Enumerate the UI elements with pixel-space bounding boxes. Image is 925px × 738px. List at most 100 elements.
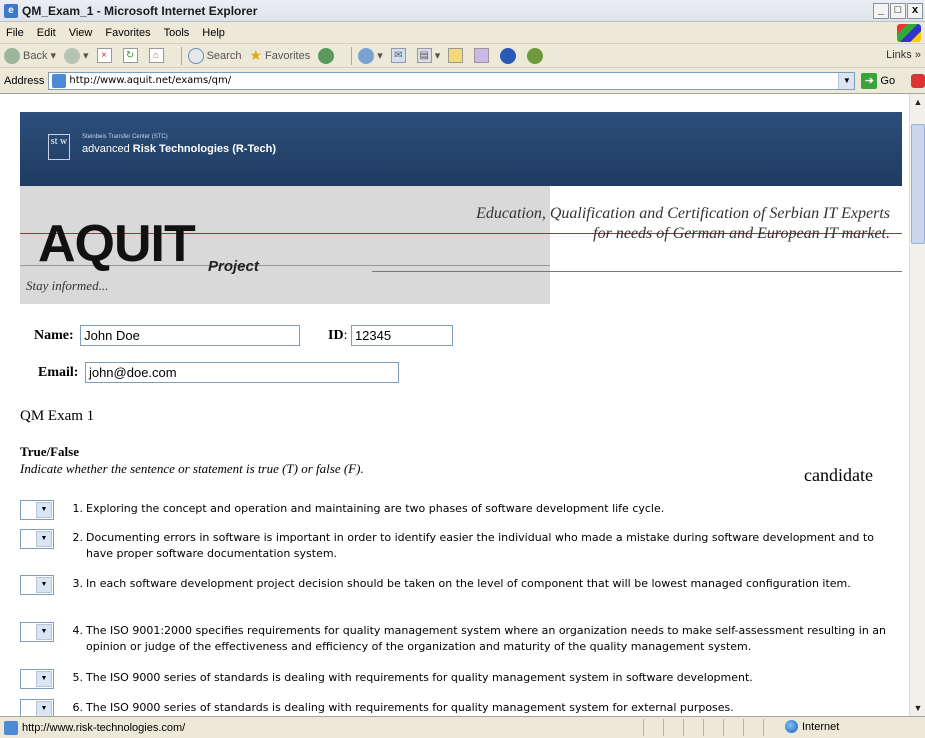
project-label: Project [208,258,259,275]
messenger-icon [500,47,517,64]
header-banner: st w Steinbeis Transfer Center (STC) adv… [20,112,902,186]
stc-label: Steinbeis Transfer Center (STC) [82,134,168,140]
go-arrow-icon: ➔ [861,72,878,89]
close-button[interactable]: x [907,3,923,19]
messenger-button[interactable] [500,47,519,64]
question-number: 1. [72,502,84,515]
name-row: Name: John Doe [34,325,301,346]
name-label: Name [34,327,69,343]
question-text: In each software development project dec… [86,577,851,590]
tool-button[interactable] [527,47,546,64]
extension-icon[interactable] [911,73,925,88]
question-text: Exploring the concept and operation and … [86,502,665,515]
rtech-label: advanced Risk Technologies (R-Tech) [82,143,276,155]
toolbar-separator [351,46,353,65]
ie-page-icon: e [4,3,18,18]
favorites-button[interactable]: ★ Favorites [249,47,310,64]
hero: Education, Qualification and Certificati… [20,186,902,304]
id-row: ID: 12345 [328,325,453,346]
question-number: 5. [72,671,84,684]
menu-view[interactable]: View [69,27,93,39]
menu-edit[interactable]: Edit [37,27,56,39]
title-bar: e QM_Exam_1 - Microsoft Internet Explore… [0,0,925,22]
scroll-thumb[interactable] [911,124,925,244]
back-button[interactable]: Back ▾ [4,47,56,64]
id-field[interactable]: 12345 [350,325,453,346]
menu-help[interactable]: Help [202,27,225,39]
answer-select[interactable]: ▼ [20,500,54,520]
question-text: The ISO 9000 series of standards is deal… [86,671,753,684]
home-icon: ⌂ [148,48,164,63]
discuss-button[interactable] [474,48,492,63]
question-item: ▼ 3. In each software development projec… [20,574,900,595]
folder-icon [448,48,464,63]
print-button[interactable]: ▤ ▾ [416,48,440,63]
question-number: 3. [72,577,84,590]
page-viewport: st w Steinbeis Transfer Center (STC) adv… [0,94,909,716]
refresh-icon: ↻ [122,48,138,63]
vertical-scrollbar[interactable]: ▲ ▼ [909,94,925,716]
aquit-logo: AQUIT [38,215,196,273]
answer-select[interactable]: ▼ [20,699,54,716]
chevron-down-icon: ▼ [36,531,52,547]
chevron-down-icon: ▼ [36,624,52,640]
back-arrow-icon [4,47,20,64]
security-zone[interactable]: Internet [785,720,839,733]
menu-file[interactable]: File [6,27,24,39]
home-button[interactable]: ⌂ [148,48,167,63]
question-item: ▼ 2. Documenting errors in software is i… [20,528,900,562]
answer-select[interactable]: ▼ [20,529,54,549]
discuss-icon [474,48,490,63]
media-button[interactable] [318,47,337,64]
question-number: 4. [72,624,84,637]
name-field[interactable]: John Doe [80,325,301,346]
globe-icon [785,720,798,733]
refresh-button[interactable]: ↻ [122,48,141,63]
question-number: 2. [72,531,84,544]
question-text: The ISO 9000 series of standards is deal… [86,701,734,714]
maximize-button[interactable]: □ [890,3,906,19]
links-label[interactable]: Links » [886,49,921,61]
mail-icon: ✉ [390,48,406,63]
question-item: ▼ 5. The ISO 9000 series of standards is… [20,668,900,689]
section-title: True/False [20,444,79,459]
search-button[interactable]: Search [187,47,241,64]
scroll-down-icon[interactable]: ▼ [910,700,925,716]
mail-button[interactable]: ✉ [390,48,409,63]
history-button[interactable]: ▾ [358,47,383,64]
status-panel [763,719,783,736]
scroll-up-icon[interactable]: ▲ [910,94,925,110]
star-icon: ★ [249,47,262,63]
status-panel [643,719,663,736]
status-panel [663,719,683,736]
address-input[interactable]: http://www.aquit.net/exams/qm/ ▼ [48,71,856,90]
question-number: 6. [72,701,84,714]
forward-button[interactable]: ▾ [64,47,89,64]
answer-select[interactable]: ▼ [20,622,54,642]
email-field[interactable]: john@doe.com [84,362,399,383]
media-icon [318,47,335,64]
chevron-down-icon[interactable]: ▼ [838,72,855,89]
question-text: The ISO 9001:2000 specifies requirements… [86,624,887,653]
go-button[interactable]: ➔ Go [861,72,895,89]
status-panel [743,719,763,736]
status-text: http://www.risk-technologies.com/ [22,721,186,734]
answer-select[interactable]: ▼ [20,575,54,595]
question-item: ▼ 1. Exploring the concept and operation… [20,499,900,520]
address-label: Address [4,74,45,87]
page-icon [52,73,67,88]
answer-select[interactable]: ▼ [20,669,54,689]
status-panel [723,719,743,736]
menu-tools[interactable]: Tools [164,27,190,39]
minimize-button[interactable]: _ [873,3,889,19]
email-row: Email: john@doe.com [38,362,399,383]
search-icon [187,47,204,64]
menu-favorites[interactable]: Favorites [105,27,150,39]
menu-bar: File Edit View Favorites Tools Help [0,22,925,44]
stay-informed-text: Stay informed... [26,278,109,293]
status-panel [703,719,723,736]
tagline: Education, Qualification and Certificati… [476,205,890,242]
windows-logo-icon [897,24,921,42]
stop-button[interactable]: × [96,48,115,63]
edit-button[interactable] [448,48,466,63]
